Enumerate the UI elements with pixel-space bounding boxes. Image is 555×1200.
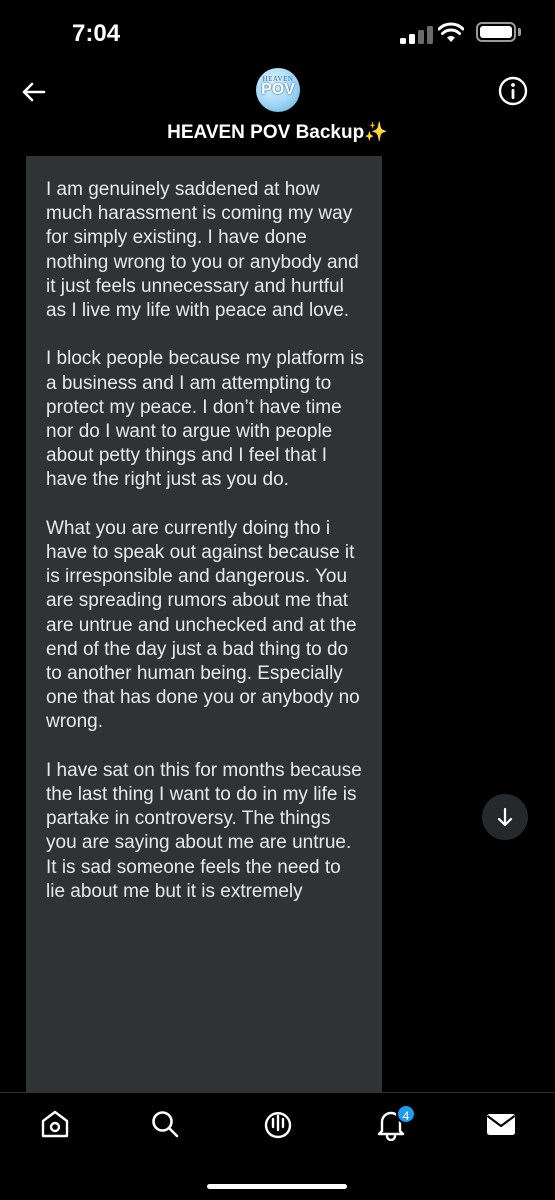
- message-paragraph: I have sat on this for months because th…: [46, 759, 362, 902]
- info-icon[interactable]: [496, 74, 530, 108]
- arrow-down-icon: [497, 807, 513, 827]
- avatar-main-text: POV: [261, 81, 295, 98]
- battery-icon: [476, 22, 516, 42]
- search-icon[interactable]: [148, 1107, 182, 1141]
- status-bar: 7:04: [0, 0, 555, 64]
- sparkles-emoji: ✨: [364, 122, 388, 143]
- notifications-badge: 4: [396, 1104, 416, 1124]
- conversation-title-text: HEAVEN POV Backup: [167, 122, 365, 143]
- conversation-title[interactable]: HEAVEN POV Backup✨: [0, 120, 555, 144]
- message-paragraph: What you are currently doing tho i have …: [46, 517, 360, 733]
- messages-icon[interactable]: [484, 1107, 518, 1141]
- wifi-icon: [438, 22, 464, 42]
- arrow-left-icon[interactable]: [14, 72, 54, 112]
- conversation-header: HEAVEN POV HEAVEN POV Backup✨: [0, 64, 555, 156]
- message-bubble[interactable]: I am genuinely saddened at how much hara…: [26, 156, 382, 1092]
- scroll-to-bottom-button[interactable]: [482, 794, 528, 840]
- signal-icon: [400, 24, 434, 44]
- status-time: 7:04: [72, 20, 121, 47]
- message-paragraph: I block people because my platform is a …: [46, 348, 364, 491]
- message-text: I am genuinely saddened at how much hara…: [26, 156, 382, 904]
- home-icon[interactable]: [38, 1107, 72, 1141]
- spaces-icon[interactable]: [261, 1107, 295, 1141]
- avatar[interactable]: HEAVEN POV: [256, 68, 300, 112]
- message-paragraph: I am genuinely saddened at how much hara…: [46, 179, 359, 322]
- home-indicator: [207, 1184, 347, 1189]
